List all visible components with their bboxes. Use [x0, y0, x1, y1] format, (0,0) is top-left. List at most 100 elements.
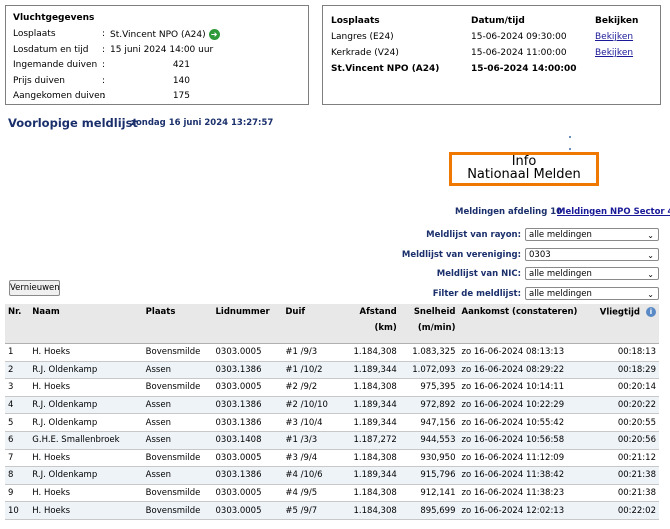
go-arrow-icon[interactable]: ➜: [208, 29, 220, 40]
table-row[interactable]: 2 R.J. Oldenkamp Assen 0303.1386 #1 /10/2 1.1…: [5, 361, 659, 380]
cell-place: Bovensmilde: [142, 378, 213, 397]
release-view-header: Bekijken: [595, 16, 639, 26]
cell-speed: 972,892: [399, 396, 459, 415]
flight-row-separator: :: [102, 75, 106, 86]
cell-place: Bovensmilde: [142, 501, 213, 520]
cell-nr: 2: [5, 361, 30, 380]
cell-speed: 975,395: [399, 378, 459, 397]
cell-time: 00:20:55: [586, 413, 659, 432]
flight-row-separator: :: [102, 60, 106, 70]
release-points-panel: Losplaats Datum/tijd Bekijken Langres (E…: [322, 5, 661, 105]
cell-place: Assen: [142, 396, 213, 415]
filter-select-value: alle meldingen: [529, 269, 592, 280]
col-arrival[interactable]: Aankomst (constateren): [458, 304, 587, 344]
cell-place: Bovensmilde: [142, 343, 213, 362]
cell-speed: 1.072,093: [399, 361, 459, 380]
cell-name: G.H.E. Smallenbroek: [29, 431, 143, 450]
release-view-link[interactable]: Bekijken: [595, 48, 633, 58]
cell-name: R.J. Oldenkamp: [29, 396, 143, 415]
cell-speed: 947,156: [399, 413, 459, 432]
decor-dot: [569, 136, 571, 138]
cell-nr: 7: [5, 449, 30, 468]
flight-row-label: Prijs duiven: [13, 75, 66, 86]
table-row[interactable]: 10 H. Hoeks Bovensmilde 0303.0005 #5 /9/7 1.1…: [5, 501, 659, 520]
table-row[interactable]: 5 R.J. Oldenkamp Assen 0303.1386 #3 /10/4 1.1…: [5, 413, 659, 432]
flight-info-panel: Vluchtgegevens Losplaats: St.Vincent NPO …: [5, 5, 309, 105]
cell-nr: 9: [5, 484, 30, 503]
filter-select[interactable]: 0303 ⌄: [525, 247, 659, 261]
cell-distance: 1.184,308: [339, 343, 400, 362]
cell-distance: 1.184,308: [339, 378, 400, 397]
filter-label: Meldlijst van vereniging:: [401, 249, 521, 260]
flight-row-value-text: 15 juni 2024 14:00 uur: [110, 44, 214, 55]
filter-select[interactable]: alle meldingen ⌄: [525, 267, 659, 281]
cell-place: Bovensmilde: [142, 449, 213, 468]
table-row[interactable]: 3 H. Hoeks Bovensmilde 0303.0005 #2 /9/2 1.18…: [5, 378, 659, 397]
refresh-button[interactable]: Vernieuwen: [9, 280, 60, 296]
table-row[interactable]: 9 H. Hoeks Bovensmilde 0303.0005 #4 /9/5 1.18…: [5, 484, 659, 503]
filter-select[interactable]: alle meldingen ⌄: [525, 228, 659, 241]
release-view-link[interactable]: Bekijken: [595, 32, 633, 42]
table-header-row: Nr. Naam Plaats Lidnummer Duif Afstand (…: [5, 304, 659, 344]
info-nationaal-melden-logo[interactable]: Info Nationaal Melden: [449, 152, 599, 186]
cell-nr: 5: [5, 413, 30, 432]
table-row[interactable]: 8 R.J. Oldenkamp Assen 0303.1386 #4 /10/6 1.1…: [5, 466, 659, 485]
cell-pigeon: #1 /3/3: [282, 431, 340, 450]
col-name[interactable]: Naam: [29, 304, 143, 344]
cell-nr: 1: [5, 343, 30, 362]
table-row[interactable]: 6 G.H.E. Smallenbroek Assen 0303.1408 #1 /3/…: [5, 431, 659, 450]
cell-distance: 1.187,272: [339, 431, 400, 450]
col-speed[interactable]: Snelheid (m/min): [399, 304, 459, 344]
release-datetime: 15-06-2024 09:30:00: [471, 32, 567, 42]
flight-row-label: Aangekomen duiven: [13, 91, 106, 101]
cell-place: Assen: [142, 413, 213, 432]
col-member[interactable]: Lidnummer: [212, 304, 283, 344]
cell-time: 00:21:38: [586, 466, 659, 485]
flight-row-separator: :: [102, 91, 106, 101]
decor-dot: [569, 148, 571, 150]
cell-speed: 944,553: [399, 431, 459, 450]
cell-pigeon: #1 /9/3: [282, 343, 340, 362]
cell-pigeon: #1 /10/2: [282, 361, 340, 380]
cell-member: 0303.0005: [212, 343, 283, 362]
chevron-down-icon: ⌄: [647, 270, 654, 280]
flight-row-value-text: St.Vincent NPO (A24): [110, 30, 206, 40]
cell-pigeon: #2 /9/2: [282, 378, 340, 397]
cell-member: 0303.1386: [212, 466, 283, 485]
chevron-down-icon: ⌄: [647, 231, 654, 240]
cell-pigeon: #2 /10/10: [282, 396, 340, 415]
flight-row-label: Losplaats: [13, 29, 56, 39]
cell-arrival: zo 16-06-2024 08:29:22: [458, 361, 587, 380]
table-row[interactable]: 1 H. Hoeks Bovensmilde 0303.0005 #1 /9/3 1.18…: [5, 343, 659, 362]
cell-pigeon: #3 /10/4: [282, 413, 340, 432]
col-speed-label: Snelheid: [413, 307, 456, 317]
flight-row-value: 15 juni 2024 14:00 uur: [110, 45, 213, 55]
cell-distance: 1.184,308: [339, 501, 400, 520]
col-distance-label: Afstand: [359, 307, 397, 317]
cell-arrival: zo 16-06-2024 11:38:23: [458, 484, 587, 503]
release-place-header: Losplaats: [331, 16, 380, 26]
col-pigeon[interactable]: Duif: [282, 304, 340, 344]
section-link-label: Meldingen afdeling 10: [455, 207, 563, 217]
flight-row-value: St.Vincent NPO (A24) ➜: [110, 29, 220, 40]
cell-name: H. Hoeks: [29, 449, 143, 468]
filter-select[interactable]: alle meldingen ⌄: [525, 287, 659, 301]
table-row[interactable]: 7 H. Hoeks Bovensmilde 0303.0005 #3 /9/4 1.18…: [5, 449, 659, 468]
logo-line-2: Nationaal Melden: [467, 167, 581, 182]
cell-place: Assen: [142, 361, 213, 380]
filter-label: Meldlijst van rayon:: [426, 230, 521, 240]
info-icon[interactable]: i: [646, 307, 656, 317]
cell-arrival: zo 16-06-2024 10:22:29: [458, 396, 587, 415]
col-place[interactable]: Plaats: [142, 304, 213, 344]
cell-arrival: zo 16-06-2024 10:14:11: [458, 378, 587, 397]
sector-link[interactable]: Meldingen NPO Sector 4: [557, 207, 670, 217]
cell-pigeon: #3 /9/4: [282, 449, 340, 468]
col-distance[interactable]: Afstand (km): [339, 304, 400, 344]
flight-row-separator: :: [102, 44, 106, 55]
col-flight-time[interactable]: Vliegtijd i: [586, 304, 659, 344]
col-nr[interactable]: Nr.: [5, 304, 30, 344]
chevron-down-icon: ⌄: [647, 290, 654, 300]
cell-arrival: zo 16-06-2024 11:12:09: [458, 449, 587, 468]
table-row[interactable]: 4 R.J. Oldenkamp Assen 0303.1386 #2 /10/10 1.…: [5, 396, 659, 415]
cell-name: H. Hoeks: [29, 501, 143, 520]
